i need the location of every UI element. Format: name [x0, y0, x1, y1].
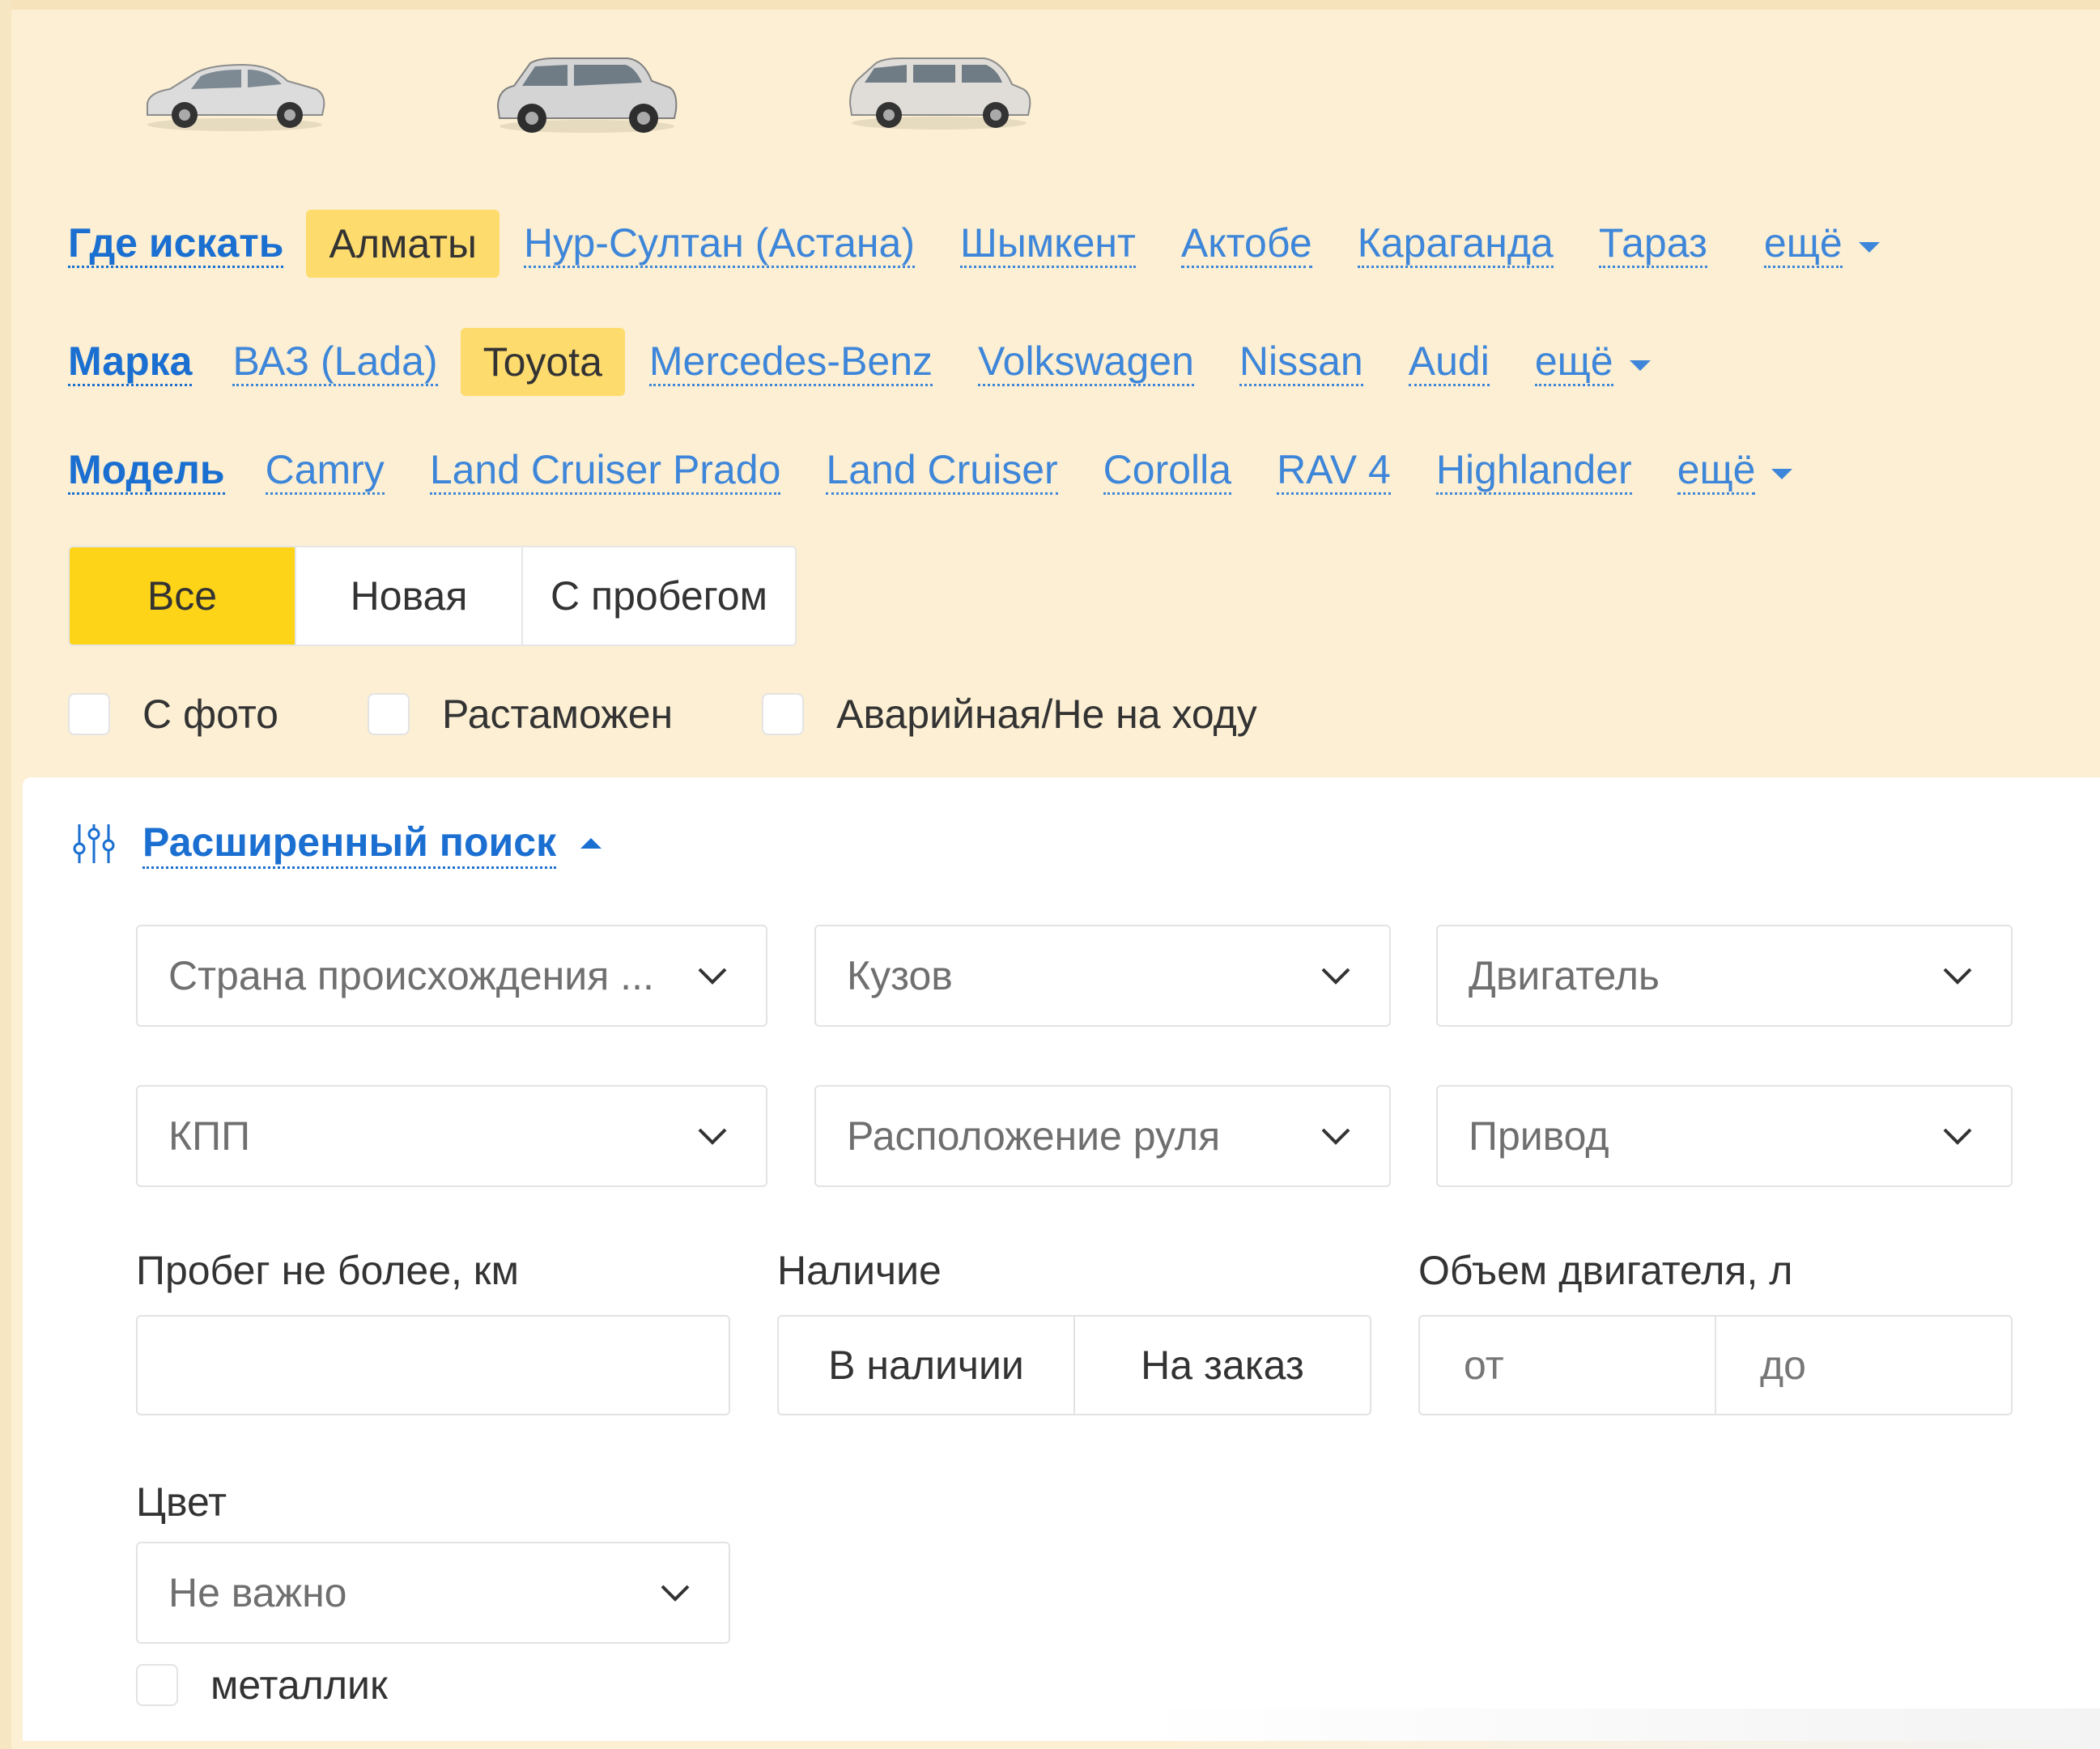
- model-label[interactable]: Модель: [68, 447, 225, 495]
- model-option[interactable]: Land Cruiser: [826, 447, 1058, 495]
- model-option[interactable]: Camry: [265, 447, 385, 495]
- condition-segmented-control: Все Новая С пробегом: [68, 546, 797, 646]
- sedan-car-icon[interactable]: [138, 53, 332, 134]
- cities-more-label: ещё: [1763, 220, 1843, 268]
- chevron-down-icon: [1321, 1128, 1350, 1145]
- checkbox-box[interactable]: [368, 693, 410, 735]
- availability-label: Наличие: [777, 1248, 942, 1293]
- model-option[interactable]: Corolla: [1103, 447, 1232, 495]
- top-strip: [0, 0, 2100, 10]
- engine-volume-to-input[interactable]: до: [1716, 1317, 2011, 1414]
- metallic-label: металлик: [210, 1662, 388, 1708]
- availability-segmented-control: В наличии На заказ: [777, 1315, 1371, 1415]
- on-order-button[interactable]: На заказ: [1075, 1317, 1370, 1414]
- city-option[interactable]: Тараз: [1598, 220, 1707, 268]
- brands-more-dropdown[interactable]: ещё: [1534, 338, 1651, 386]
- caret-down-icon: [1629, 360, 1651, 371]
- advanced-search-toggle[interactable]: Расширенный поиск: [71, 818, 602, 869]
- color-dropdown[interactable]: Не важно: [136, 1542, 730, 1644]
- drive-dropdown[interactable]: Привод: [1436, 1085, 2013, 1187]
- engine-volume-label: Объем двигателя, л: [1418, 1248, 1793, 1293]
- minivan-car-icon[interactable]: [842, 53, 1036, 134]
- caret-up-icon: [580, 838, 602, 849]
- suv-car-icon[interactable]: [490, 53, 684, 134]
- caret-down-icon: [1858, 241, 1880, 253]
- model-option[interactable]: Land Cruiser Prado: [429, 447, 781, 495]
- damaged-label: Аварийная/Не на ходу: [836, 692, 1257, 737]
- steering-position-dropdown[interactable]: Расположение руля: [814, 1085, 1391, 1187]
- chevron-down-icon: [698, 1128, 727, 1145]
- mileage-input[interactable]: [136, 1315, 730, 1415]
- body-type-dropdown[interactable]: Кузов: [814, 925, 1391, 1027]
- mileage-value[interactable]: [138, 1317, 729, 1414]
- city-filter-row: Где искать Алматы Нур-Султан (Астана) Шы…: [68, 209, 1880, 279]
- in-stock-button[interactable]: В наличии: [779, 1317, 1075, 1414]
- dropdown-placeholder: Страна происхождения ...: [168, 953, 654, 998]
- city-option-selected[interactable]: Алматы: [306, 210, 499, 278]
- brand-option[interactable]: ВАЗ (Lada): [232, 338, 438, 386]
- quick-checkbox-row: С фото Растаможен Аварийная/Не на ходу: [68, 688, 1346, 740]
- damaged-checkbox[interactable]: Аварийная/Не на ходу: [762, 691, 1257, 738]
- condition-all-button[interactable]: Все: [70, 547, 296, 645]
- mileage-label: Пробег не более, км: [136, 1248, 520, 1293]
- color-label: Цвет: [136, 1479, 227, 1525]
- models-more-dropdown[interactable]: ещё: [1677, 447, 1793, 495]
- brand-label[interactable]: Марка: [68, 338, 193, 386]
- brand-option[interactable]: Mercedes-Benz: [648, 338, 933, 386]
- condition-used-button[interactable]: С пробегом: [523, 547, 795, 645]
- left-edge: [0, 0, 11, 1749]
- dropdown-placeholder: КПП: [168, 1113, 251, 1159]
- customs-cleared-label: Растаможен: [442, 692, 674, 737]
- brands-more-label: ещё: [1534, 338, 1613, 386]
- dropdown-placeholder: Двигатель: [1469, 953, 1660, 998]
- models-more-label: ещё: [1677, 447, 1756, 495]
- model-filter-row: Модель Camry Land Cruiser Prado Land Cru…: [68, 436, 1793, 505]
- brand-option-selected[interactable]: Toyota: [460, 328, 625, 396]
- engine-dropdown[interactable]: Двигатель: [1436, 925, 2013, 1027]
- dropdown-placeholder: Кузов: [847, 953, 953, 998]
- with-photo-label: С фото: [142, 692, 278, 737]
- caret-down-icon: [1771, 468, 1793, 479]
- bottom-fade: [1133, 1709, 2100, 1749]
- chevron-down-icon: [661, 1585, 690, 1602]
- metallic-checkbox[interactable]: металлик: [136, 1662, 388, 1709]
- chevron-down-icon: [1943, 968, 1972, 985]
- checkbox-box[interactable]: [68, 693, 110, 735]
- cities-more-dropdown[interactable]: ещё: [1763, 220, 1880, 268]
- city-option[interactable]: Нур-Султан (Астана): [523, 220, 915, 268]
- brand-option[interactable]: Volkswagen: [978, 338, 1194, 386]
- filter-sliders-icon: [73, 823, 115, 863]
- chevron-down-icon: [698, 968, 727, 985]
- checkbox-box[interactable]: [136, 1664, 178, 1706]
- engine-volume-range: от до: [1418, 1315, 2013, 1415]
- transmission-dropdown[interactable]: КПП: [136, 1085, 767, 1187]
- model-option[interactable]: Highlander: [1435, 447, 1632, 495]
- dropdown-placeholder: Привод: [1469, 1113, 1609, 1159]
- city-option[interactable]: Актобе: [1180, 220, 1312, 268]
- where-label[interactable]: Где искать: [68, 220, 284, 268]
- model-option[interactable]: RAV 4: [1277, 447, 1391, 495]
- brand-filter-row: Марка ВАЗ (Lada) Toyota Mercedes-Benz Vo…: [68, 327, 1651, 397]
- checkbox-box[interactable]: [762, 693, 805, 735]
- customs-cleared-checkbox[interactable]: Растаможен: [368, 691, 673, 738]
- chevron-down-icon: [1321, 968, 1350, 985]
- advanced-search-label: Расширенный поиск: [142, 818, 557, 869]
- city-option[interactable]: Шымкент: [960, 220, 1136, 268]
- condition-new-button[interactable]: Новая: [296, 547, 523, 645]
- dropdown-placeholder: Расположение руля: [847, 1113, 1221, 1159]
- city-option[interactable]: Караганда: [1357, 220, 1554, 268]
- engine-volume-from-input[interactable]: от: [1420, 1317, 1716, 1414]
- brand-option[interactable]: Nissan: [1239, 338, 1363, 386]
- with-photo-checkbox[interactable]: С фото: [68, 691, 278, 738]
- country-of-origin-dropdown[interactable]: Страна происхождения ...: [136, 925, 767, 1027]
- color-dropdown-value: Не важно: [168, 1570, 347, 1615]
- chevron-down-icon: [1943, 1128, 1972, 1145]
- brand-option[interactable]: Audi: [1408, 338, 1490, 386]
